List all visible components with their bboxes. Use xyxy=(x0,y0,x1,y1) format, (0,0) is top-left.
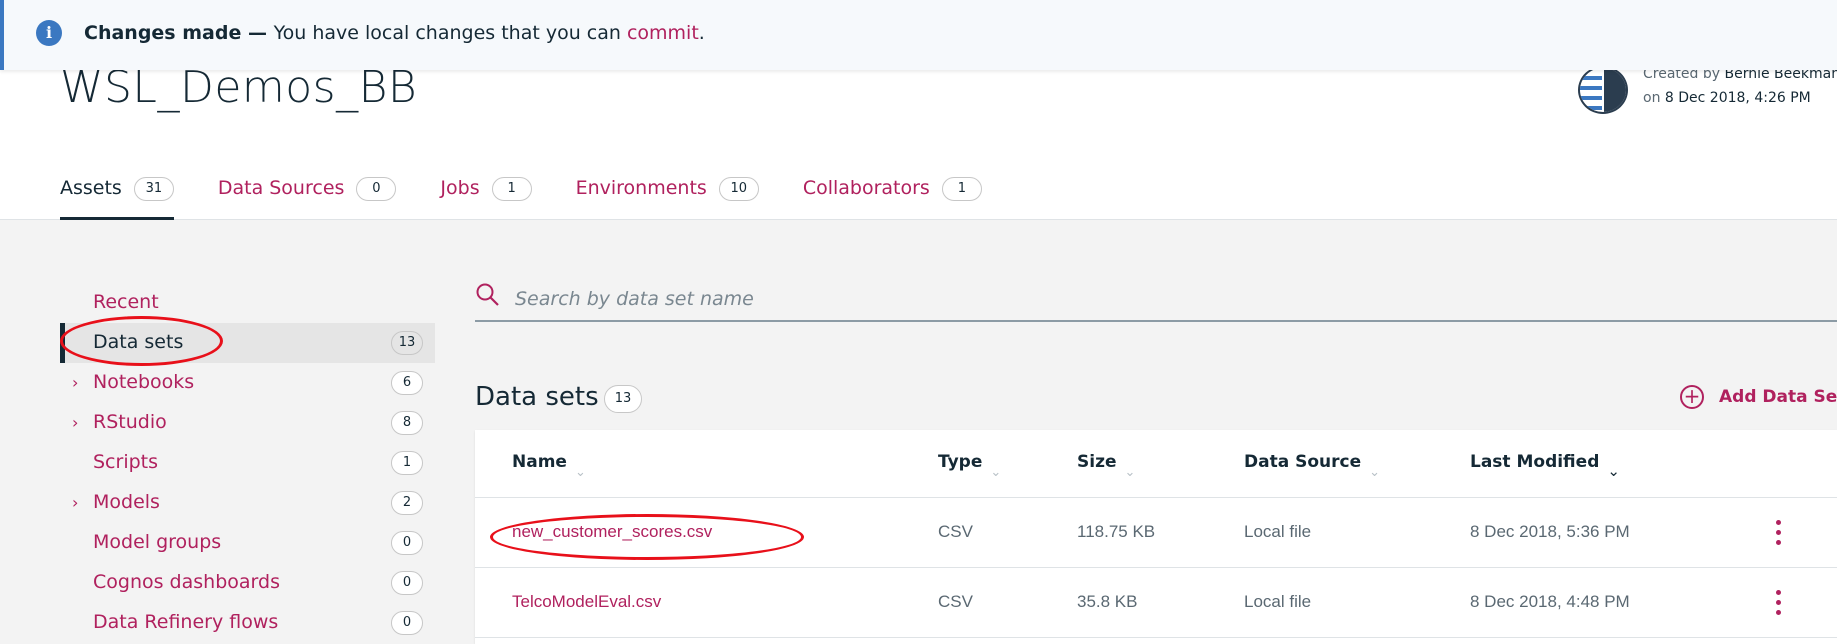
column-header-type[interactable]: Type ⌄ xyxy=(938,452,1001,480)
created-on-label: on xyxy=(1643,90,1661,106)
avatar[interactable] xyxy=(1578,66,1628,114)
sidebar-item-label: Data Refinery flows xyxy=(93,611,279,633)
sidebar-item-label: Notebooks xyxy=(93,371,195,393)
search-icon xyxy=(476,283,499,306)
sidebar-count-badge: 2 xyxy=(391,491,423,515)
tab-environments[interactable]: Environments 10 xyxy=(576,176,759,220)
created-on-date: 8 Dec 2018, 4:26 PM xyxy=(1664,90,1811,106)
tab-count-badge: 31 xyxy=(133,177,174,201)
sidebar-count-badge: 0 xyxy=(391,611,423,635)
sidebar-count-badge: 13 xyxy=(391,331,423,355)
tab-label: Environments xyxy=(575,177,707,199)
commit-link[interactable]: commit xyxy=(627,22,699,44)
tab-label: Collaborators xyxy=(802,177,930,199)
chevron-right-icon[interactable]: › xyxy=(72,413,78,432)
datasets-heading: Data sets xyxy=(475,382,599,412)
dataset-type: CSV xyxy=(938,592,973,611)
table-header: Name ⌄ Type ⌄ Size ⌄ Data Source ⌄ Last Modi… xyxy=(475,430,1837,498)
sidebar-item-label: Models xyxy=(93,491,160,513)
tab-count-badge: 1 xyxy=(491,177,532,201)
search-input[interactable] xyxy=(515,284,1715,314)
datasets-count-badge: 13 xyxy=(604,385,642,413)
sidebar-item-models[interactable]: › Models 2 xyxy=(60,483,435,523)
tab-assets[interactable]: Assets 31 xyxy=(60,176,174,220)
creator-info: Created by Bernie Beekman on 8 Dec 2018,… xyxy=(1578,64,1837,116)
created-on-line: on 8 Dec 2018, 4:26 PM xyxy=(1643,90,1811,106)
sidebar-count-badge: 6 xyxy=(391,371,423,395)
page: WSL_Demos_BB Created by Bernie Beekman o… xyxy=(0,0,1837,644)
sidebar-item-data-refinery-flows[interactable]: Data Refinery flows 0 xyxy=(60,603,435,643)
sidebar-item-label: Model groups xyxy=(93,531,222,553)
column-header-label: Size xyxy=(1077,452,1117,472)
annotation-ellipse-dataset-row xyxy=(490,514,804,560)
banner-strong: Changes made xyxy=(84,22,242,44)
tab-count-badge: 10 xyxy=(718,177,759,201)
tab-collaborators[interactable]: Collaborators 1 xyxy=(803,176,982,220)
column-header-name[interactable]: Name ⌄ xyxy=(512,452,586,480)
sidebar-count-badge: 0 xyxy=(391,571,423,595)
tab-count-badge: 1 xyxy=(941,177,982,201)
sidebar-item-cognos-dashboards[interactable]: Cognos dashboards 0 xyxy=(60,563,435,603)
banner-dash: — xyxy=(241,22,274,44)
banner-message: Changes made — You have local changes th… xyxy=(84,22,705,44)
sidebar-count-badge: 8 xyxy=(391,411,423,435)
add-circle-icon: + xyxy=(1680,385,1704,409)
dataset-size: 35.8 KB xyxy=(1077,592,1138,611)
sidebar-item-notebooks[interactable]: › Notebooks 6 xyxy=(60,363,435,403)
sidebar-item-label: Scripts xyxy=(93,451,159,473)
sort-chevron-icon: ⌄ xyxy=(1607,462,1620,480)
sort-chevron-icon: ⌄ xyxy=(1369,465,1381,480)
dataset-name-link[interactable]: TelcoModelEval.csv xyxy=(512,592,661,612)
banner-end: . xyxy=(698,22,705,44)
tab-label: Data Sources xyxy=(217,177,345,199)
info-icon: i xyxy=(36,20,62,46)
dataset-source: Local file xyxy=(1244,592,1312,611)
overflow-menu-icon[interactable] xyxy=(1773,590,1783,616)
sidebar-count-badge: 0 xyxy=(391,531,423,555)
tab-data-sources[interactable]: Data Sources 0 xyxy=(218,176,397,220)
table-row[interactable]: TelcoModelEval.csv CSV 35.8 KB Local fil… xyxy=(475,569,1837,638)
chevron-right-icon[interactable]: › xyxy=(72,373,78,392)
dataset-type: CSV xyxy=(938,522,973,541)
add-data-set-label: Add Data Set xyxy=(1719,387,1837,407)
add-data-set-button[interactable]: + Add Data Set xyxy=(1680,385,1837,409)
column-header-size[interactable]: Size ⌄ xyxy=(1077,452,1135,480)
overflow-menu-icon[interactable] xyxy=(1773,520,1783,546)
sidebar-count-badge: 1 xyxy=(391,451,423,475)
sidebar-item-scripts[interactable]: Scripts 1 xyxy=(60,443,435,483)
tab-jobs[interactable]: Jobs 1 xyxy=(440,176,532,220)
sort-chevron-icon: ⌄ xyxy=(1124,465,1136,480)
chevron-right-icon[interactable]: › xyxy=(72,493,78,512)
sidebar-item-label: Recent xyxy=(93,291,159,313)
dataset-search xyxy=(475,276,1837,322)
sidebar-item-model-groups[interactable]: Model groups 0 xyxy=(60,523,435,563)
column-header-label: Name xyxy=(512,452,567,472)
sidebar-item-label: RStudio xyxy=(93,411,167,433)
changes-banner: i Changes made — You have local changes … xyxy=(0,0,1837,70)
dataset-source: Local file xyxy=(1244,522,1312,541)
sort-chevron-icon: ⌄ xyxy=(990,465,1002,480)
tab-label: Jobs xyxy=(440,177,480,199)
column-header-data-source[interactable]: Data Source ⌄ xyxy=(1244,452,1380,480)
project-tabs: Assets 31 Data Sources 0 Jobs 1 Environm… xyxy=(60,176,1026,220)
column-header-last-modified[interactable]: Last Modified ⌄ xyxy=(1470,452,1620,480)
sort-chevron-icon: ⌄ xyxy=(574,465,586,480)
dataset-modified: 8 Dec 2018, 5:36 PM xyxy=(1470,522,1630,541)
annotation-ellipse-data-sets xyxy=(60,316,223,366)
column-header-label: Data Source xyxy=(1244,452,1362,472)
tab-label: Assets xyxy=(60,177,122,199)
sidebar-item-rstudio[interactable]: › RStudio 8 xyxy=(60,403,435,443)
dataset-modified: 8 Dec 2018, 4:48 PM xyxy=(1470,592,1630,611)
tab-count-badge: 0 xyxy=(356,177,397,201)
sidebar-item-label: Cognos dashboards xyxy=(93,571,280,593)
column-header-label: Last Modified xyxy=(1470,452,1600,472)
dataset-size: 118.75 KB xyxy=(1077,522,1156,541)
banner-text: You have local changes that you can xyxy=(273,22,627,44)
column-header-label: Type xyxy=(938,452,983,472)
